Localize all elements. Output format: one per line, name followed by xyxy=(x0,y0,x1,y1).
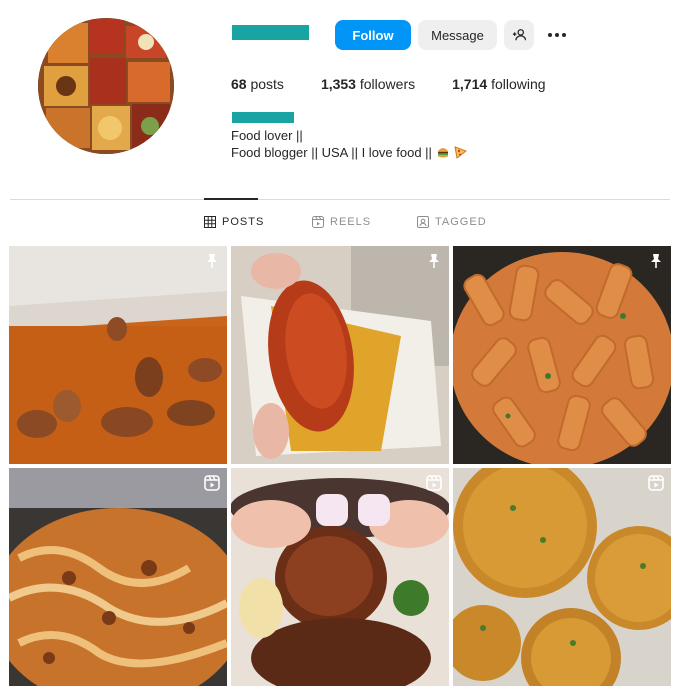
tab-tagged-label: TAGGED xyxy=(435,216,487,228)
profile-stats: 68 posts 1,353 followers 1,714 following xyxy=(231,76,583,92)
stat-followers[interactable]: 1,353 followers xyxy=(321,76,415,92)
post-image-baked-pasta xyxy=(9,468,227,686)
username-redacted xyxy=(232,25,309,40)
profile-tabs: POSTS REELS TAGGED xyxy=(0,216,680,232)
pin-icon xyxy=(651,254,661,268)
reel-icon xyxy=(426,475,442,491)
display-name-redacted xyxy=(232,112,294,123)
post-image-fried-chicken xyxy=(231,246,449,464)
post-image-croquettes xyxy=(453,468,671,686)
post-tile[interactable] xyxy=(453,468,671,686)
post-tile[interactable] xyxy=(231,468,449,686)
profile-avatar[interactable] xyxy=(38,18,174,154)
reel-icon xyxy=(204,475,220,491)
post-tile[interactable] xyxy=(453,246,671,464)
post-tile[interactable] xyxy=(231,246,449,464)
tabs-divider xyxy=(10,199,670,200)
stat-following-label: following xyxy=(491,76,546,92)
stat-followers-label: followers xyxy=(359,76,416,92)
tab-tagged[interactable]: TAGGED xyxy=(417,216,487,228)
add-person-icon xyxy=(512,29,526,41)
grid-icon xyxy=(204,216,216,228)
pizza-emoji-icon xyxy=(453,145,468,163)
tab-reels-label: REELS xyxy=(330,216,372,228)
reels-icon xyxy=(312,216,324,228)
burger-emoji-icon xyxy=(436,145,450,163)
tab-posts[interactable]: POSTS xyxy=(204,216,264,228)
follow-button[interactable]: Follow xyxy=(335,20,411,50)
reel-icon xyxy=(648,475,664,491)
tab-reels[interactable]: REELS xyxy=(312,216,371,228)
message-button[interactable]: Message xyxy=(418,20,497,50)
bio-line-1: Food lover || xyxy=(231,128,303,143)
post-image-grilled-chicken xyxy=(231,468,449,686)
stat-following-count: 1,714 xyxy=(452,76,488,92)
stat-posts-count: 68 xyxy=(231,76,247,92)
stat-posts-label: posts xyxy=(250,76,284,92)
active-tab-indicator xyxy=(204,198,258,200)
post-image-pecans xyxy=(9,246,227,464)
stat-followers-count: 1,353 xyxy=(320,76,356,92)
suggested-users-button[interactable] xyxy=(504,20,534,50)
stat-posts: 68 posts xyxy=(231,76,284,92)
tagged-icon xyxy=(417,216,429,228)
profile-bio: Food lover || Food blogger || USA || I l… xyxy=(231,127,468,163)
bio-line-2: Food blogger || USA || I love food || xyxy=(231,144,468,163)
stat-following[interactable]: 1,714 following xyxy=(452,76,545,92)
post-image-rigatoni xyxy=(453,246,671,464)
tab-posts-label: POSTS xyxy=(222,216,265,228)
post-tile[interactable] xyxy=(9,468,227,686)
more-options-button[interactable] xyxy=(542,20,572,50)
bio-line-2-text: Food blogger || USA || I love food || xyxy=(231,145,432,160)
more-icon xyxy=(548,33,566,37)
pin-icon xyxy=(429,254,439,268)
post-tile[interactable] xyxy=(9,246,227,464)
pin-icon xyxy=(207,254,217,268)
